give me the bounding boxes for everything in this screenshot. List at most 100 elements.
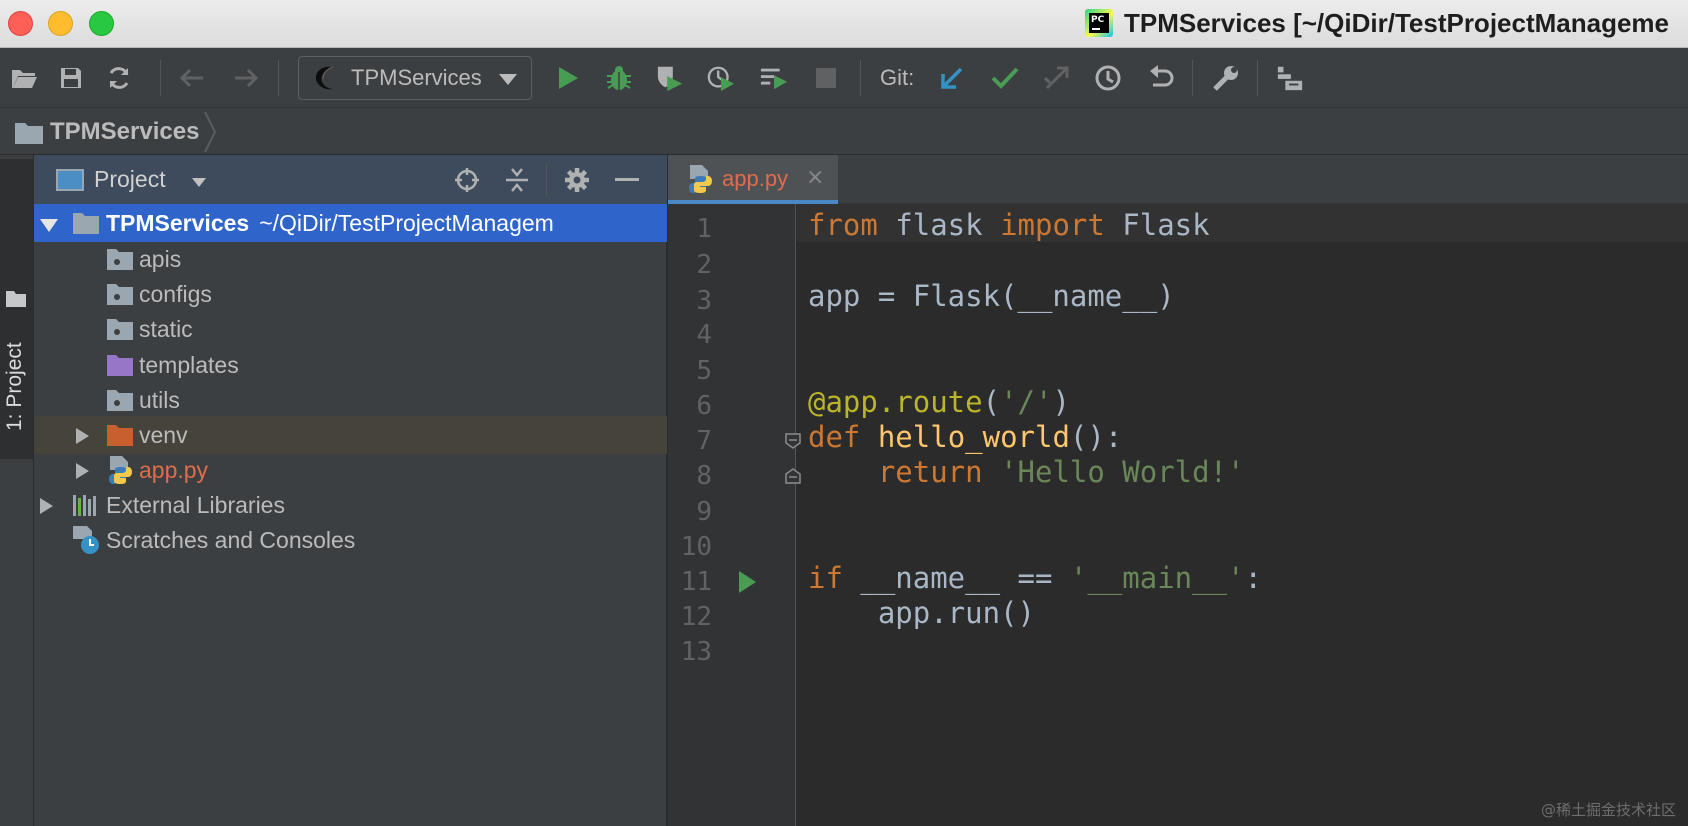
line-number: 12 xyxy=(680,602,712,632)
window-title: TPMServices [~/QiDir/TestProjectManageme xyxy=(1124,8,1669,38)
open-folder-icon[interactable] xyxy=(10,64,38,92)
sync-icon[interactable] xyxy=(105,64,133,92)
git-label: Git: xyxy=(880,65,915,90)
package-folder-icon xyxy=(107,284,133,305)
excluded-folder-icon xyxy=(107,425,133,446)
tree-item-project-root[interactable]: TPMServices ~/QiDir/TestProjectManagem xyxy=(34,204,667,242)
main-toolbar: TPMServices Git: xyxy=(0,48,1688,108)
revert-icon[interactable] xyxy=(1147,64,1175,92)
breadcrumb-separator-icon xyxy=(204,112,216,152)
window-title-bar: PC TPMServices [~/QiDir/TestProjectManag… xyxy=(0,0,1688,48)
templates-folder-icon xyxy=(107,355,133,376)
tree-item-scratches-and-consoles[interactable]: Scratches and Consoles xyxy=(34,521,667,559)
line-number: 13 xyxy=(680,637,712,667)
folder-icon xyxy=(15,123,43,144)
tree-item-venv[interactable]: venv xyxy=(34,416,667,454)
code-line-12: app.run() xyxy=(808,596,1035,630)
code-line-3: app = Flask(__name__) xyxy=(808,279,1175,313)
gear-icon[interactable] xyxy=(564,167,590,193)
code-line-1: from flask import Flask xyxy=(808,208,1210,242)
code-line-8: return 'Hello World!' xyxy=(877,455,1245,489)
run-icon[interactable] xyxy=(554,64,582,92)
git-push-icon[interactable] xyxy=(1043,64,1071,92)
folder-icon xyxy=(73,213,99,234)
stop-icon[interactable] xyxy=(812,64,840,92)
scratches-icon xyxy=(73,526,99,554)
tree-item-external-libraries[interactable]: External Libraries xyxy=(34,486,667,524)
forward-arrow-icon[interactable] xyxy=(232,64,260,92)
history-icon[interactable] xyxy=(1094,64,1122,92)
close-window-button[interactable] xyxy=(8,11,33,36)
line-number: 5 xyxy=(696,356,712,386)
tree-item-utils[interactable]: utils xyxy=(34,381,667,419)
run-gutter-icon[interactable] xyxy=(739,571,756,593)
tree-item-label: venv xyxy=(139,422,188,448)
tree-item-label: templates xyxy=(139,352,239,378)
line-number: 9 xyxy=(696,497,712,527)
tab-label: app.py xyxy=(722,166,789,191)
python-file-icon xyxy=(689,165,712,193)
project-tool-tab-label: 1: Project xyxy=(3,342,26,431)
back-arrow-icon[interactable] xyxy=(178,64,206,92)
coverage-icon[interactable] xyxy=(656,64,684,92)
line-number: 2 xyxy=(696,250,712,280)
hide-panel-icon[interactable] xyxy=(614,167,640,193)
project-view-selector[interactable]: Project xyxy=(94,166,166,193)
package-folder-icon xyxy=(107,319,133,340)
left-tool-strip: 1: Project xyxy=(0,155,34,826)
concurrency-icon[interactable] xyxy=(760,64,788,92)
tree-item-label: static xyxy=(139,316,193,342)
project-view-icon xyxy=(56,169,84,191)
git-update-icon[interactable] xyxy=(938,64,966,92)
git-commit-icon[interactable] xyxy=(991,64,1019,92)
tree-item-label: utils xyxy=(139,387,180,413)
collapse-all-icon[interactable] xyxy=(504,167,530,193)
profile-icon[interactable] xyxy=(707,64,735,92)
tree-item-templates[interactable]: templates xyxy=(34,346,667,384)
zoom-window-button[interactable] xyxy=(89,11,114,36)
expand-arrow-icon[interactable] xyxy=(40,498,53,514)
debug-icon[interactable] xyxy=(605,64,633,92)
project-panel: Project TPMServices ~/QiDir/TestProjectMa… xyxy=(34,155,667,826)
line-number: 8 xyxy=(696,461,712,491)
tree-item-label: Scratches and Consoles xyxy=(106,527,356,553)
line-number: 7 xyxy=(696,426,712,456)
tree-item-label: External Libraries xyxy=(106,492,285,518)
expand-arrow-icon[interactable] xyxy=(76,463,89,479)
editor-gutter: 1 2 3 4 5 6 7 8 9 10 11 12 13 xyxy=(668,204,801,826)
locate-file-icon[interactable] xyxy=(454,167,480,193)
tab-app-py[interactable]: app.py × xyxy=(668,155,838,204)
close-tab-icon[interactable]: × xyxy=(806,165,824,190)
expand-arrow-icon[interactable] xyxy=(76,428,89,444)
structure-icon[interactable] xyxy=(1276,64,1304,92)
code-line-6: @app.route('/') xyxy=(808,385,1070,419)
breadcrumb-project[interactable]: TPMServices xyxy=(50,118,199,146)
tree-item-app-py[interactable]: app.py xyxy=(34,451,667,489)
code-line-11: if __name__ == '__main__': xyxy=(808,561,1262,595)
package-folder-icon xyxy=(107,390,133,411)
fold-start-icon[interactable] xyxy=(785,433,801,449)
tree-item-configs[interactable]: configs xyxy=(34,275,667,313)
chevron-down-icon[interactable] xyxy=(192,178,206,187)
tree-item-apis[interactable]: apis xyxy=(34,240,667,278)
watermark: @稀土掘金技术社区 xyxy=(1540,801,1676,819)
folder-icon xyxy=(6,291,26,307)
wrench-icon[interactable] xyxy=(1212,64,1240,92)
fold-end-icon[interactable] xyxy=(785,468,801,484)
save-icon[interactable] xyxy=(57,64,85,92)
python-config-icon xyxy=(315,66,334,90)
chevron-down-icon xyxy=(499,74,517,85)
line-number: 3 xyxy=(696,286,712,316)
project-tool-tab[interactable]: 1: Project xyxy=(0,159,33,459)
libraries-icon xyxy=(73,495,96,516)
run-configuration-dropdown[interactable]: TPMServices xyxy=(298,56,532,100)
line-number: 1 xyxy=(696,214,712,244)
run-config-label: TPMServices xyxy=(351,65,482,90)
tree-item-static[interactable]: static xyxy=(34,310,667,348)
expand-arrow-icon[interactable] xyxy=(40,219,58,232)
line-number: 10 xyxy=(680,532,712,562)
code-line-7: def hello_world(): xyxy=(808,420,1123,454)
package-folder-icon xyxy=(107,249,133,270)
tree-item-label: configs xyxy=(139,281,212,307)
minimize-window-button[interactable] xyxy=(48,11,73,36)
